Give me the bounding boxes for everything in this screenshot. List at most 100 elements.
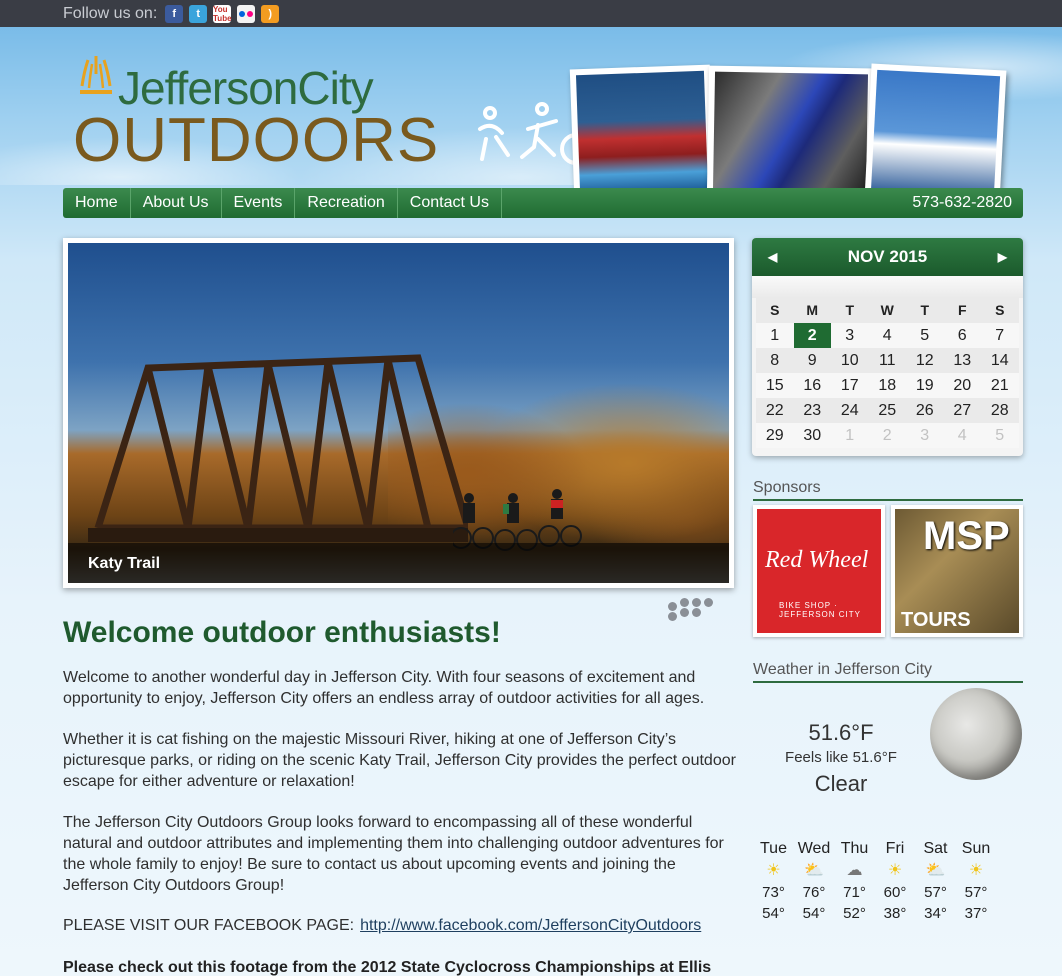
calendar-week: 8 9 10 11 12 13 14 xyxy=(756,348,1019,373)
nav-contact-us[interactable]: Contact Us xyxy=(398,188,502,218)
calendar-day[interactable]: 5 xyxy=(906,323,944,348)
facebook-icon[interactable]: f xyxy=(165,4,184,23)
forecast-day: Thu ☁ 71° 52° xyxy=(834,840,875,924)
forecast-day-label: Sun xyxy=(961,840,991,857)
forecast-day-label: Sat xyxy=(923,840,948,857)
sponsor-msp-tours[interactable]: MSP TOURS xyxy=(891,505,1023,637)
calendar-day-next-month[interactable]: 3 xyxy=(906,423,944,448)
calendar-day[interactable]: 19 xyxy=(906,373,944,398)
calendar-day[interactable]: 30 xyxy=(793,423,831,448)
calendar-week: 15 16 17 18 19 20 21 xyxy=(756,373,1019,398)
forecast-low: 54° xyxy=(802,905,826,922)
sponsors-title: Sponsors xyxy=(753,479,821,496)
pager-dot[interactable] xyxy=(704,598,713,607)
calendar-weekdays: S M T W T F S xyxy=(756,298,1019,323)
calendar-day[interactable]: 9 xyxy=(793,348,831,373)
forecast-day: Tue ☀ 73° 54° xyxy=(753,840,794,924)
intro-paragraph: Welcome to another wonderful day in Jeff… xyxy=(63,669,705,707)
nav-recreation[interactable]: Recreation xyxy=(295,188,398,218)
partly-cloudy-icon: ⛅ xyxy=(804,862,824,879)
weekday: M xyxy=(793,298,831,323)
forecast-day-label: Fri xyxy=(885,840,905,857)
pager-dot[interactable] xyxy=(692,608,701,617)
calendar-week: 29 30 1 2 3 4 5 xyxy=(756,423,1019,448)
calendar-day[interactable]: 18 xyxy=(868,373,906,398)
forecast-day: Wed ⛅ 76° 54° xyxy=(794,840,835,924)
calendar-day-next-month[interactable]: 2 xyxy=(868,423,906,448)
current-condition: Clear xyxy=(814,771,868,796)
sponsors-divider xyxy=(753,499,1023,501)
nav-home[interactable]: Home xyxy=(63,188,131,218)
weekday: S xyxy=(756,298,794,323)
calendar-day[interactable]: 11 xyxy=(868,348,906,373)
calendar-day[interactable]: 27 xyxy=(943,398,981,423)
forecast-low: 34° xyxy=(924,905,947,922)
calendar-day-next-month[interactable]: 4 xyxy=(943,423,981,448)
calendar-day[interactable]: 29 xyxy=(756,423,794,448)
facebook-link[interactable]: http://www.facebook.com/JeffersonCityOut… xyxy=(360,917,701,934)
calendar-day[interactable]: 10 xyxy=(831,348,869,373)
calendar-day[interactable]: 23 xyxy=(793,398,831,423)
calendar-day[interactable]: 1 xyxy=(756,323,794,348)
slide-image[interactable]: Katy Trail xyxy=(68,243,729,583)
forecast-high: 71° xyxy=(843,884,866,901)
calendar-day[interactable]: 28 xyxy=(981,398,1019,423)
forecast-day: Sat ⛅ 57° 34° xyxy=(915,840,956,924)
calendar-day[interactable]: 14 xyxy=(981,348,1019,373)
main-nav: Home About Us Events Recreation Contact … xyxy=(63,188,1023,218)
sponsor-name: MSP xyxy=(923,514,1010,558)
forecast-low: 54° xyxy=(762,905,785,922)
youtube-icon[interactable]: You Tube xyxy=(213,4,232,23)
calendar-day[interactable]: 24 xyxy=(831,398,869,423)
calendar-day[interactable]: 7 xyxy=(981,323,1019,348)
current-temperature: 51.6°F xyxy=(808,720,874,745)
pager-dot[interactable] xyxy=(668,612,677,621)
caption-bar xyxy=(68,543,729,583)
calendar-day[interactable]: 26 xyxy=(906,398,944,423)
facebook-label: PLEASE VISIT OUR FACEBOOK PAGE: xyxy=(63,917,355,934)
calendar-day[interactable]: 17 xyxy=(831,373,869,398)
calendar-day[interactable]: 21 xyxy=(981,373,1019,398)
calendar-day[interactable]: 22 xyxy=(756,398,794,423)
calendar-day[interactable]: 6 xyxy=(943,323,981,348)
fountain-logo-icon xyxy=(80,56,112,94)
next-month-icon[interactable]: ▶ xyxy=(998,250,1007,264)
calendar-day[interactable]: 12 xyxy=(906,348,944,373)
calendar-day-next-month[interactable]: 5 xyxy=(981,423,1019,448)
calendar-day[interactable]: 4 xyxy=(868,323,906,348)
calendar-day[interactable]: 20 xyxy=(943,373,981,398)
calendar-month: NOV 2015 xyxy=(847,247,928,266)
rss-icon[interactable]: ) xyxy=(261,4,280,23)
calendar-day[interactable]: 13 xyxy=(943,348,981,373)
pager-dot[interactable] xyxy=(692,598,701,607)
twitter-icon[interactable]: t xyxy=(189,4,208,23)
slide-caption: Katy Trail xyxy=(88,555,161,572)
site-header: JeffersonCity OUTDOORS xyxy=(0,27,1062,205)
forecast-high: 60° xyxy=(883,884,907,901)
calendar-week: 22 23 24 25 26 27 28 xyxy=(756,398,1019,423)
pager-dot[interactable] xyxy=(680,598,689,607)
group-paragraph: The Jefferson City Outdoors Group looks … xyxy=(63,814,724,894)
forecast-day-label: Wed xyxy=(797,840,831,857)
sponsor-red-wheel[interactable]: Red Wheel BIKE SHOP · JEFFERSON CITY xyxy=(753,505,885,637)
calendar-day[interactable]: 25 xyxy=(868,398,906,423)
calendar-day[interactable]: 8 xyxy=(756,348,794,373)
pager-dot[interactable] xyxy=(680,608,689,617)
calendar-day[interactable]: 16 xyxy=(793,373,831,398)
nav-about-us[interactable]: About Us xyxy=(131,188,222,218)
slide-pager[interactable] xyxy=(668,598,716,624)
pager-dot[interactable] xyxy=(668,602,677,611)
calendar-day-next-month[interactable]: 1 xyxy=(831,423,869,448)
prev-month-icon[interactable]: ◀ xyxy=(768,250,777,264)
logo-outdoors-text[interactable]: OUTDOORS xyxy=(73,105,439,176)
calendar-day-today[interactable]: 2 xyxy=(793,323,831,348)
sponsor-subtitle: TOURS xyxy=(901,609,971,631)
nav-events[interactable]: Events xyxy=(222,188,296,218)
storm-icon: ☁ xyxy=(846,862,863,879)
flickr-icon[interactable] xyxy=(237,4,256,23)
calendar-day[interactable]: 15 xyxy=(756,373,794,398)
slideshow[interactable]: Katy Trail xyxy=(63,238,734,588)
calendar-day[interactable]: 3 xyxy=(831,323,869,348)
weather-forecast: Tue ☀ 73° 54° Wed ⛅ 76° 54° Thu ☁ 71° 52… xyxy=(753,840,1023,924)
footage-paragraph: Please check out this footage from the 2… xyxy=(63,959,712,976)
